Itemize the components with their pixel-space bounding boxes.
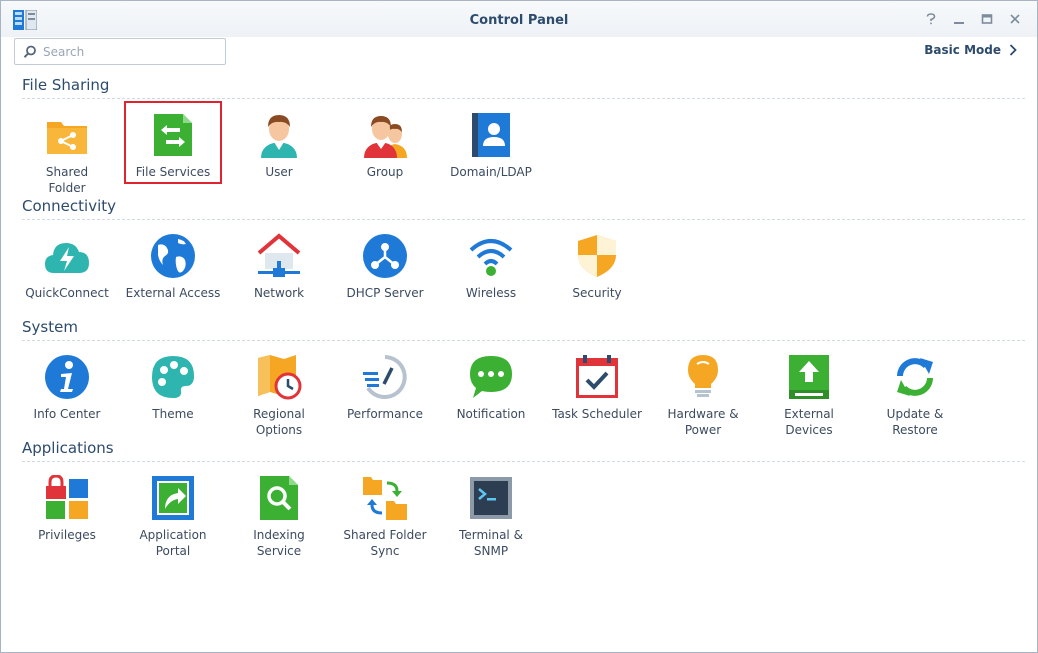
item-label: Domain/LDAP bbox=[450, 165, 532, 179]
quickconnect-icon bbox=[45, 243, 89, 273]
item-label: Performance bbox=[346, 407, 424, 421]
item-label: Update & Restore bbox=[886, 407, 944, 437]
item-info-center[interactable]: Info Center bbox=[18, 354, 116, 422]
item-wireless[interactable]: Wireless bbox=[442, 233, 540, 301]
section-divider bbox=[22, 98, 1025, 99]
performance-icon bbox=[363, 355, 407, 399]
notification-icon bbox=[470, 356, 512, 398]
item-label: Terminal & SNMP bbox=[459, 528, 523, 558]
item-label: Shared Folder Sync bbox=[343, 528, 427, 558]
item-network[interactable]: Network bbox=[230, 233, 328, 301]
item-privileges[interactable]: Privileges bbox=[18, 475, 116, 543]
section-divider bbox=[22, 340, 1025, 341]
item-notification[interactable]: Notification bbox=[442, 354, 540, 422]
item-label: External Access bbox=[125, 286, 221, 300]
external-devices-icon bbox=[789, 355, 829, 399]
help-icon[interactable] bbox=[923, 11, 939, 27]
basic-mode-label: Basic Mode bbox=[924, 43, 1001, 57]
hardware-power-icon bbox=[688, 355, 718, 397]
item-dhcp-server[interactable]: DHCP Server bbox=[336, 233, 434, 301]
item-label: Privileges bbox=[38, 528, 96, 542]
item-group[interactable]: Group bbox=[336, 112, 434, 180]
search-box[interactable] bbox=[14, 38, 226, 65]
regional-options-icon bbox=[258, 355, 302, 400]
item-label: Task Scheduler bbox=[552, 407, 642, 421]
item-label: Shared Folder bbox=[45, 165, 89, 195]
item-label: External Devices bbox=[784, 407, 834, 437]
privileges-icon bbox=[46, 475, 88, 519]
item-user[interactable]: User bbox=[230, 112, 328, 180]
item-label: Hardware & Power bbox=[667, 407, 739, 437]
info-center-icon bbox=[45, 355, 89, 399]
shared-folder-sync-icon bbox=[363, 477, 407, 520]
terminal-snmp-icon bbox=[470, 477, 512, 519]
chevron-right-icon bbox=[1009, 44, 1017, 56]
minimize-icon[interactable] bbox=[951, 11, 967, 27]
update-restore-icon bbox=[897, 358, 933, 396]
item-security[interactable]: Security bbox=[548, 233, 646, 301]
dhcp-server-icon bbox=[363, 234, 407, 278]
item-label: Theme bbox=[152, 407, 194, 421]
item-task-scheduler[interactable]: Task Scheduler bbox=[548, 354, 646, 422]
item-update-restore[interactable]: Update & Restore bbox=[866, 354, 964, 438]
item-theme[interactable]: Theme bbox=[124, 354, 222, 422]
section-title-system: System bbox=[22, 318, 78, 336]
item-quickconnect[interactable]: QuickConnect bbox=[18, 233, 116, 301]
item-shared-folder-sync[interactable]: Shared Folder Sync bbox=[336, 475, 434, 559]
section-title-applications: Applications bbox=[22, 439, 114, 457]
item-regional-options[interactable]: Regional Options bbox=[230, 354, 328, 438]
task-scheduler-icon bbox=[576, 355, 618, 398]
item-label: Notification bbox=[456, 407, 526, 421]
item-label: Group bbox=[366, 165, 404, 179]
item-label: Wireless bbox=[465, 286, 517, 300]
item-terminal-snmp[interactable]: Terminal & SNMP bbox=[442, 475, 540, 559]
item-indexing-service[interactable]: Indexing Service bbox=[230, 475, 328, 559]
item-file-services[interactable]: File Services bbox=[124, 101, 222, 184]
item-performance[interactable]: Performance bbox=[336, 354, 434, 422]
item-hardware-power[interactable]: Hardware & Power bbox=[654, 354, 752, 438]
basic-mode-link[interactable]: Basic Mode bbox=[924, 43, 1017, 57]
window-title: Control Panel bbox=[469, 13, 569, 28]
item-label: Application Portal bbox=[139, 528, 207, 558]
control-panel-window: Control Panel Basic Mode bbox=[0, 0, 1038, 653]
item-label: Indexing Service bbox=[253, 528, 305, 558]
item-label: QuickConnect bbox=[25, 286, 109, 300]
item-external-access[interactable]: External Access bbox=[124, 233, 222, 301]
indexing-service-icon bbox=[260, 476, 298, 520]
user-icon bbox=[261, 115, 297, 158]
item-application-portal[interactable]: Application Portal bbox=[124, 475, 222, 559]
item-label: Network bbox=[253, 286, 305, 300]
section-divider bbox=[22, 219, 1025, 220]
section-title-file-sharing: File Sharing bbox=[22, 76, 110, 94]
search-icon bbox=[23, 45, 36, 58]
item-external-devices[interactable]: External Devices bbox=[760, 354, 858, 438]
window-controls bbox=[923, 11, 1023, 27]
item-label: DHCP Server bbox=[346, 286, 424, 300]
title-bar[interactable]: Control Panel bbox=[1, 1, 1037, 37]
shared-folder-icon bbox=[47, 122, 87, 154]
wireless-icon bbox=[469, 239, 513, 276]
theme-icon bbox=[152, 356, 194, 398]
item-label: Info Center bbox=[33, 407, 101, 421]
item-label: Security bbox=[572, 286, 622, 300]
item-label: User bbox=[265, 165, 293, 179]
group-icon bbox=[364, 116, 407, 158]
item-label: Regional Options bbox=[253, 407, 305, 437]
section-title-connectivity: Connectivity bbox=[22, 197, 116, 215]
network-icon bbox=[257, 233, 301, 277]
item-label: File Services bbox=[135, 165, 211, 179]
external-access-icon bbox=[151, 234, 195, 278]
close-icon[interactable] bbox=[1007, 11, 1023, 27]
maximize-icon[interactable] bbox=[979, 11, 995, 27]
file-services-icon bbox=[154, 114, 192, 156]
item-domain-ldap[interactable]: Domain/LDAP bbox=[442, 112, 540, 180]
search-input[interactable] bbox=[43, 42, 219, 61]
domain-ldap-icon bbox=[472, 113, 510, 157]
section-divider bbox=[22, 461, 1025, 462]
application-portal-icon bbox=[152, 476, 194, 520]
item-shared-folder[interactable]: Shared Folder bbox=[18, 112, 116, 196]
security-icon bbox=[578, 235, 616, 277]
